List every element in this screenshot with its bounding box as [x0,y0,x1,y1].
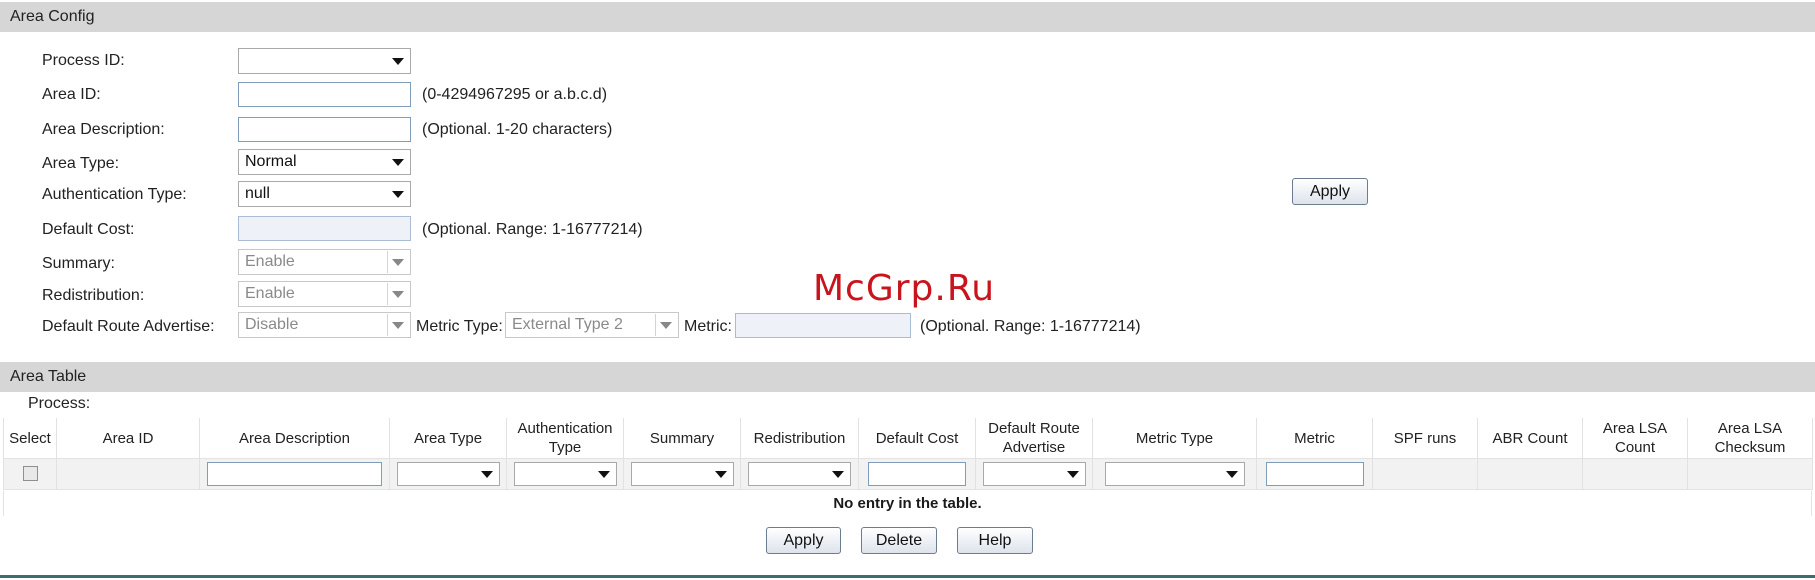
area-type-value: Normal [245,153,297,170]
area-description-filter-cell [199,458,390,490]
metric-type-select[interactable]: External Type 2 [505,312,679,338]
area-lsa-checksum-filter-cell [1687,458,1813,490]
chevron-down-icon [392,322,404,329]
chevron-down-icon [480,471,493,478]
abr-count-filter-cell [1477,458,1583,490]
process-id-select[interactable] [238,48,411,74]
redistribution-filter-cell [740,458,859,490]
select-cell [3,458,57,490]
process-label: Process: [28,395,91,412]
column-header: Default Cost [858,418,976,459]
chevron-down-icon [392,58,404,65]
area-id-filter-cell [56,458,200,490]
column-header: Area Description [199,418,390,459]
column-header: Area Type [389,418,507,459]
empty-table-message: No entry in the table. [3,491,1812,516]
default-route-advertise-label: Default Route Advertise: [42,318,215,335]
area-description-hint: (Optional. 1-20 characters) [422,121,613,138]
default-cost-hint: (Optional. Range: 1-16777214) [422,221,643,238]
area-id-label: Area ID: [42,86,101,103]
summary-label: Summary: [42,255,115,272]
column-header: Authentication Type [506,418,624,459]
summary-filter-cell [623,458,741,490]
help-button[interactable]: Help [957,527,1033,554]
metric-filter-cell [1256,458,1373,490]
redistribution-filter-select[interactable] [748,462,851,486]
default-route-advertise-select[interactable]: Disable [238,312,411,338]
default-cost-filter-input[interactable] [868,462,966,486]
authentication-type-value: null [245,185,270,202]
chevron-down-icon [832,471,844,478]
column-header: Area ID [56,418,200,459]
process-id-label: Process ID: [42,52,125,69]
chevron-down-icon [597,471,610,478]
column-header: Default Route Advertise [975,418,1093,459]
area-config-header: Area Config [0,2,1815,32]
area-id-input[interactable] [238,82,411,107]
metric-hint: (Optional. Range: 1-16777214) [920,318,1141,335]
spf-runs-filter-cell [1372,458,1478,490]
chevron-down-icon [392,159,404,166]
area-type-label: Area Type: [42,155,120,172]
metric-input[interactable] [735,313,911,338]
summary-select[interactable]: Enable [238,249,411,275]
column-header: Metric [1256,418,1373,459]
column-header: Area LSA Checksum [1687,418,1813,459]
redistribution-label: Redistribution: [42,287,145,304]
metric-type-filter-cell [1092,458,1257,490]
redistribution-value: Enable [245,285,295,302]
chevron-down-icon [392,191,404,198]
chevron-down-icon [392,291,404,298]
authentication-type-filter-cell [506,458,624,490]
summary-value: Enable [245,253,295,270]
chevron-down-icon [1225,471,1238,478]
default-route-advertise-filter-select[interactable] [982,462,1086,486]
chevron-down-icon [714,471,727,478]
authentication-type-label: Authentication Type: [42,186,187,203]
default-cost-filter-cell [858,458,976,490]
chevron-down-icon [392,259,404,266]
default-cost-input[interactable] [238,216,411,241]
default-route-advertise-filter-cell [975,458,1093,490]
authentication-type-select[interactable]: null [238,181,411,207]
area-lsa-count-filter-cell [1582,458,1688,490]
filter-row [3,458,1813,490]
column-header: Redistribution [740,418,859,459]
default-route-advertise-value: Disable [245,316,299,333]
metric-type-value: External Type 2 [512,316,623,333]
column-header: Metric Type [1092,418,1257,459]
area-type-filter-cell [389,458,507,490]
bottom-divider [0,575,1815,578]
column-header: Summary [623,418,741,459]
area-id-hint: (0-4294967295 or a.b.c.d) [422,86,608,103]
default-cost-label: Default Cost: [42,221,135,238]
area-table-header: Area Table [0,362,1815,392]
chevron-down-icon [660,322,672,329]
table-header-row: Select Area ID Area Description Area Typ… [3,418,1813,459]
column-header: ABR Count [1477,418,1583,459]
area-description-label: Area Description: [42,121,165,138]
metric-type-label: Metric Type: [416,318,503,335]
metric-type-filter-select[interactable] [1104,462,1245,486]
area-type-filter-select[interactable] [396,462,500,486]
column-header: Select [3,418,57,459]
area-description-filter-input[interactable] [207,462,382,486]
metric-filter-input[interactable] [1265,462,1364,486]
metric-label: Metric: [684,318,732,335]
area-description-input[interactable] [238,117,411,142]
column-header: Area LSA Count [1582,418,1688,459]
area-table: Select Area ID Area Description Area Typ… [3,418,1813,490]
authentication-type-filter-select[interactable] [513,462,617,486]
column-header: SPF runs [1372,418,1478,459]
chevron-down-icon [1066,471,1079,478]
area-config-apply-button[interactable]: Apply [1292,178,1368,205]
watermark: McGrp.Ru [813,268,996,309]
area-table-apply-button[interactable]: Apply [766,527,841,554]
delete-button[interactable]: Delete [861,527,937,554]
summary-filter-select[interactable] [630,462,734,486]
redistribution-select[interactable]: Enable [238,281,411,307]
select-all-checkbox[interactable] [22,466,38,482]
area-type-select[interactable]: Normal [238,149,411,175]
